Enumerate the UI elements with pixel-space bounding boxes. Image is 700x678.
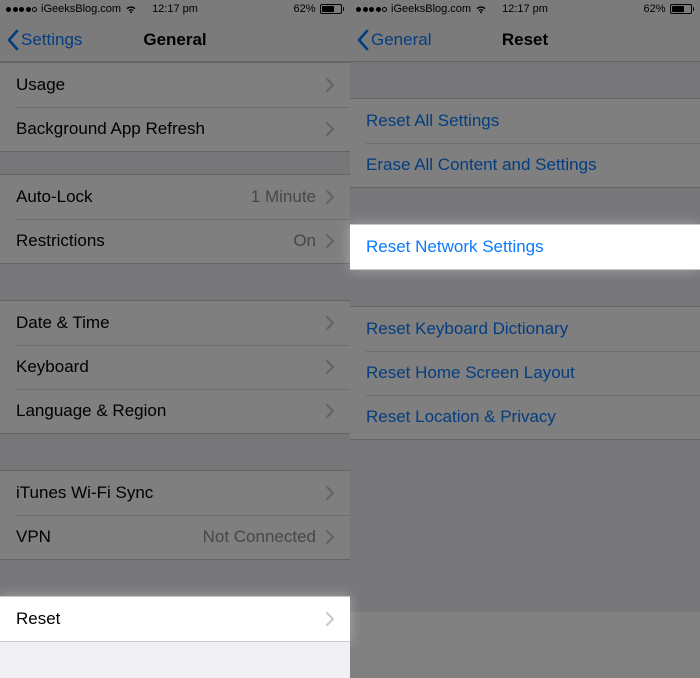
cell-label: Background App Refresh [16, 119, 205, 139]
chevron-left-icon [356, 29, 369, 51]
chevron-right-icon [326, 612, 334, 626]
chevron-right-icon [326, 486, 334, 500]
back-label: General [371, 30, 431, 50]
cell-value: 1 Minute [251, 187, 322, 207]
battery-icon [670, 4, 695, 14]
cell-label: Reset Home Screen Layout [366, 363, 575, 383]
cell-itunes-wifi-sync[interactable]: iTunes Wi-Fi Sync [0, 471, 350, 515]
signal-strength-icon [6, 7, 37, 12]
cell-vpn[interactable]: VPN Not Connected [0, 515, 350, 559]
chevron-right-icon [326, 530, 334, 544]
cell-restrictions[interactable]: Restrictions On [0, 219, 350, 263]
chevron-right-icon [326, 316, 334, 330]
back-label: Settings [21, 30, 82, 50]
status-bar: iGeeksBlog.com 12:17 pm 62% [0, 0, 350, 18]
cell-erase-all-content[interactable]: Erase All Content and Settings [350, 143, 700, 187]
cell-label: Erase All Content and Settings [366, 155, 597, 175]
cell-label: Keyboard [16, 357, 89, 377]
back-button[interactable]: General [356, 29, 431, 51]
cell-label: Reset Keyboard Dictionary [366, 319, 568, 339]
cell-keyboard[interactable]: Keyboard [0, 345, 350, 389]
cell-reset-keyboard-dictionary[interactable]: Reset Keyboard Dictionary [350, 307, 700, 351]
wifi-icon [475, 5, 487, 14]
cell-background-refresh[interactable]: Background App Refresh [0, 107, 350, 151]
cell-auto-lock[interactable]: Auto-Lock 1 Minute [0, 175, 350, 219]
signal-strength-icon [356, 7, 387, 12]
chevron-right-icon [326, 190, 334, 204]
nav-bar: General Reset [350, 18, 700, 62]
cell-value: On [293, 231, 322, 251]
cell-label: VPN [16, 527, 51, 547]
status-time: 12:17 pm [152, 3, 198, 15]
status-bar: iGeeksBlog.com 12:17 pm 62% [350, 0, 700, 18]
cell-value: Not Connected [203, 527, 322, 547]
left-screenshot: iGeeksBlog.com 12:17 pm 62% Settings Gen… [0, 0, 350, 612]
page-title: Reset [502, 30, 548, 50]
cell-reset-home-screen[interactable]: Reset Home Screen Layout [350, 351, 700, 395]
chevron-right-icon [326, 360, 334, 374]
cell-label: Auto-Lock [16, 187, 93, 207]
cell-reset-all-settings[interactable]: Reset All Settings [350, 99, 700, 143]
carrier-label: iGeeksBlog.com [391, 3, 471, 15]
cell-date-time[interactable]: Date & Time [0, 301, 350, 345]
chevron-right-icon [326, 234, 334, 248]
chevron-right-icon [326, 122, 334, 136]
nav-bar: Settings General [0, 18, 350, 62]
cell-label: Reset Network Settings [366, 237, 544, 257]
chevron-left-icon [6, 29, 19, 51]
wifi-icon [125, 5, 137, 14]
cell-reset-network-settings[interactable]: Reset Network Settings [350, 225, 700, 269]
cell-usage[interactable]: Usage [0, 63, 350, 107]
cell-label: iTunes Wi-Fi Sync [16, 483, 153, 503]
cell-label: Date & Time [16, 313, 110, 333]
cell-label: Reset All Settings [366, 111, 499, 131]
status-time: 12:17 pm [502, 3, 548, 15]
cell-label: Usage [16, 75, 65, 95]
chevron-right-icon [326, 404, 334, 418]
cell-label: Reset [16, 609, 60, 629]
cell-reset[interactable]: Reset [0, 597, 350, 641]
battery-percent: 62% [643, 3, 665, 15]
cell-label: Reset Location & Privacy [366, 407, 556, 427]
carrier-label: iGeeksBlog.com [41, 3, 121, 15]
back-button[interactable]: Settings [6, 29, 82, 51]
chevron-right-icon [326, 78, 334, 92]
cell-label: Language & Region [16, 401, 166, 421]
battery-percent: 62% [293, 3, 315, 15]
cell-label: Restrictions [16, 231, 105, 251]
battery-icon [320, 4, 345, 14]
cell-reset-location-privacy[interactable]: Reset Location & Privacy [350, 395, 700, 439]
right-screenshot: iGeeksBlog.com 12:17 pm 62% General Rese… [350, 0, 700, 612]
page-title: General [143, 30, 206, 50]
cell-language-region[interactable]: Language & Region [0, 389, 350, 433]
